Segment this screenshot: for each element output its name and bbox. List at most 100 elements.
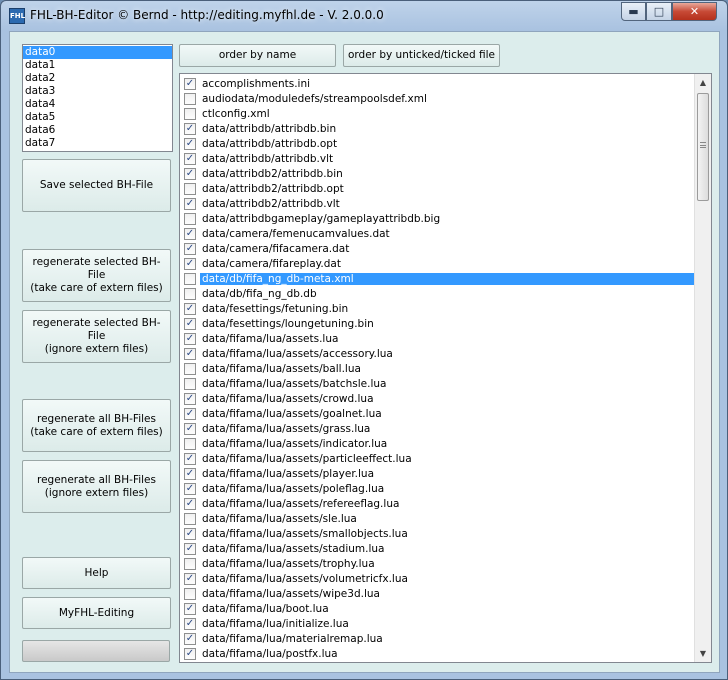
file-row[interactable]: ✓ data/fifama/lua/assets/goalnet.lua xyxy=(180,406,694,421)
list-item[interactable]: data2 xyxy=(23,72,172,85)
file-row[interactable]: ✓ data/fifama/lua/assets/particleeffect.l… xyxy=(180,451,694,466)
file-row[interactable]: ✓ data/fifama/lua/assets/crowd.lua xyxy=(180,391,694,406)
file-checkbox[interactable]: ✓ xyxy=(184,392,196,405)
file-checklist[interactable]: ✓ accomplishments.ini audiodata/moduledefs… xyxy=(179,73,712,663)
help-button[interactable]: Help xyxy=(22,557,171,589)
file-row[interactable]: data/attribdb2/attribdb.opt xyxy=(180,181,694,196)
data-file-list[interactable]: data0 data1 data2 data3 data4 data5 data6 data7 xyxy=(22,44,173,152)
file-row[interactable]: data/db/fifa_ng_db-meta.xml xyxy=(180,271,694,286)
file-row[interactable]: ✓ data/attribdb/attribdb.opt xyxy=(180,136,694,151)
close-icon[interactable]: ✕ xyxy=(672,2,717,21)
file-row[interactable]: data/fifama/lua/assets/trophy.lua xyxy=(180,556,694,571)
file-checkbox[interactable]: ✓ xyxy=(184,197,196,210)
file-row[interactable]: ✓ data/fifama/lua/assets/accessory.lua xyxy=(180,346,694,361)
file-row[interactable]: data/fifama/lua/assets/indicator.lua xyxy=(180,436,694,451)
file-row[interactable]: data/db/fifa_ng_db.db xyxy=(180,286,694,301)
file-row[interactable]: ✓ data/fifama/lua/assets/smallobjects.lua xyxy=(180,526,694,541)
list-item[interactable]: data6 xyxy=(23,124,172,137)
file-checkbox[interactable]: ✓ xyxy=(184,227,196,240)
file-row[interactable]: data/fifama/lua/assets/sle.lua xyxy=(180,511,694,526)
file-row[interactable]: audiodata/moduledefs/streampoolsdef.xml xyxy=(180,91,694,106)
file-checkbox[interactable]: ✓ xyxy=(184,572,196,585)
regenerate-selected-ignore-button[interactable]: regenerate selected BH-File (ignore exte… xyxy=(22,310,171,363)
scroll-down-icon[interactable]: ▼ xyxy=(695,645,711,662)
file-checkbox[interactable] xyxy=(184,437,196,450)
file-row[interactable]: ✓ data/camera/femenucamvalues.dat xyxy=(180,226,694,241)
file-row[interactable]: ✓ data/fifama/lua/assets/player.lua xyxy=(180,466,694,481)
file-checkbox[interactable]: ✓ xyxy=(184,632,196,645)
file-checkbox[interactable] xyxy=(184,287,196,300)
file-row[interactable]: ✓ data/fesettings/fetuning.bin xyxy=(180,301,694,316)
file-row[interactable]: ✓ data/fifama/lua/assets/stadium.lua xyxy=(180,541,694,556)
file-checkbox[interactable] xyxy=(184,107,196,120)
scroll-up-icon[interactable]: ▲ xyxy=(695,74,711,91)
list-item[interactable]: data3 xyxy=(23,85,172,98)
file-row[interactable]: ✓ data/fifama/lua/materialremap.lua xyxy=(180,631,694,646)
file-row[interactable]: data/fifama/lua/assets/wipe3d.lua xyxy=(180,586,694,601)
file-checkbox[interactable]: ✓ xyxy=(184,77,196,90)
file-row[interactable]: ✓ data/attribdb/attribdb.vlt xyxy=(180,151,694,166)
file-checkbox[interactable]: ✓ xyxy=(184,302,196,315)
vertical-scrollbar[interactable]: ▲ ▼ xyxy=(694,74,711,662)
file-checkbox[interactable]: ✓ xyxy=(184,167,196,180)
file-checkbox[interactable]: ✓ xyxy=(184,152,196,165)
file-checkbox[interactable]: ✓ xyxy=(184,137,196,150)
file-checkbox[interactable] xyxy=(184,557,196,570)
file-checkbox[interactable]: ✓ xyxy=(184,407,196,420)
minimize-icon[interactable]: ▬ xyxy=(621,2,646,21)
file-checkbox[interactable]: ✓ xyxy=(184,527,196,540)
myfhl-editing-button[interactable]: MyFHL-Editing xyxy=(22,597,171,629)
file-checkbox[interactable]: ✓ xyxy=(184,242,196,255)
file-row[interactable]: ✓ data/fifama/lua/initialize.lua xyxy=(180,616,694,631)
file-row[interactable]: ✓ data/fifama/lua/postfx.lua xyxy=(180,646,694,661)
file-row[interactable]: ✓ data/fifama/lua/assets.lua xyxy=(180,331,694,346)
file-checkbox[interactable]: ✓ xyxy=(184,317,196,330)
file-checkbox[interactable]: ✓ xyxy=(184,422,196,435)
list-item[interactable]: data7 xyxy=(23,137,172,150)
file-checkbox[interactable]: ✓ xyxy=(184,542,196,555)
file-checkbox[interactable]: ✓ xyxy=(184,122,196,135)
file-checkbox[interactable]: ✓ xyxy=(184,602,196,615)
order-by-ticked-button[interactable]: order by unticked/ticked file xyxy=(343,44,500,67)
file-row[interactable]: data/attribdbgameplay/gameplayattribdb.b… xyxy=(180,211,694,226)
file-row[interactable]: ctlconfig.xml xyxy=(180,106,694,121)
file-row[interactable]: ✓ data/fifama/lua/assets/volumetricfx.lua xyxy=(180,571,694,586)
regenerate-selected-care-button[interactable]: regenerate selected BH-File (take care o… xyxy=(22,249,171,302)
file-checkbox[interactable]: ✓ xyxy=(184,617,196,630)
file-row[interactable]: ✓ data/fifama/lua/assets/grass.lua xyxy=(180,421,694,436)
scrollbar-thumb[interactable] xyxy=(697,93,709,201)
save-selected-button[interactable]: Save selected BH-File xyxy=(22,159,171,212)
list-item[interactable]: data1 xyxy=(23,59,172,72)
list-item[interactable]: data4 xyxy=(23,98,172,111)
title-bar[interactable]: FHL FHL-BH-Editor © Bernd - http://editi… xyxy=(1,1,727,31)
file-checkbox[interactable]: ✓ xyxy=(184,257,196,270)
file-row[interactable]: ✓ data/attribdb/attribdb.bin xyxy=(180,121,694,136)
file-row[interactable]: data/fifama/lua/assets/batchsle.lua xyxy=(180,376,694,391)
file-checkbox[interactable]: ✓ xyxy=(184,497,196,510)
file-row[interactable]: ✓ data/fifama/lua/boot.lua xyxy=(180,601,694,616)
file-checkbox[interactable]: ✓ xyxy=(184,647,196,660)
order-by-name-button[interactable]: order by name xyxy=(179,44,336,67)
file-checkbox[interactable] xyxy=(184,377,196,390)
file-checkbox[interactable] xyxy=(184,362,196,375)
file-row[interactable]: data/fifama/lua/assets/ball.lua xyxy=(180,361,694,376)
file-checkbox[interactable]: ✓ xyxy=(184,467,196,480)
file-checkbox[interactable] xyxy=(184,212,196,225)
file-row[interactable]: ✓ data/attribdb2/attribdb.vlt xyxy=(180,196,694,211)
file-row[interactable]: ✓ data/fesettings/loungetuning.bin xyxy=(180,316,694,331)
maximize-icon[interactable]: □ xyxy=(646,2,672,21)
file-checkbox[interactable]: ✓ xyxy=(184,482,196,495)
list-item[interactable]: data5 xyxy=(23,111,172,124)
file-checkbox[interactable]: ✓ xyxy=(184,452,196,465)
file-row[interactable]: ✓ accomplishments.ini xyxy=(180,76,694,91)
file-checkbox[interactable] xyxy=(184,92,196,105)
file-checkbox[interactable] xyxy=(184,587,196,600)
file-row[interactable]: ✓ data/camera/fifareplay.dat xyxy=(180,256,694,271)
regenerate-all-care-button[interactable]: regenerate all BH-Files (take care of ex… xyxy=(22,399,171,452)
regenerate-all-ignore-button[interactable]: regenerate all BH-Files (ignore extern f… xyxy=(22,460,171,513)
list-item[interactable]: data0 xyxy=(23,46,172,59)
file-checkbox[interactable]: ✓ xyxy=(184,332,196,345)
file-checkbox[interactable]: ✓ xyxy=(184,347,196,360)
file-row[interactable]: ✓ data/camera/fifacamera.dat xyxy=(180,241,694,256)
file-checkbox[interactable] xyxy=(184,512,196,525)
